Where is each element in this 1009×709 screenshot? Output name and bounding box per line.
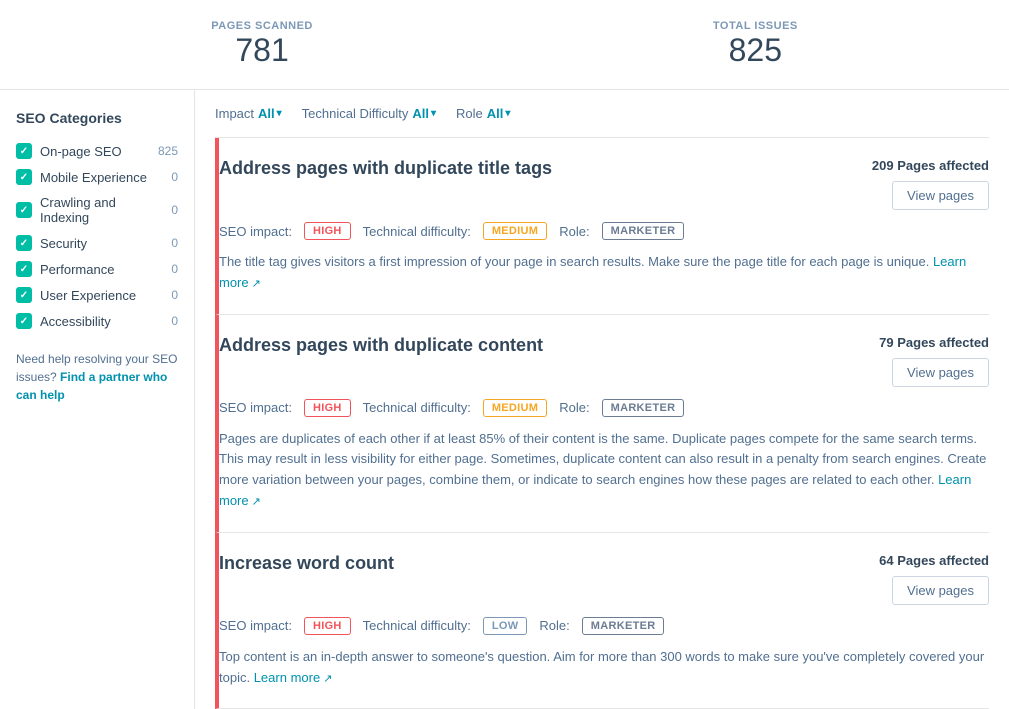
checkbox-icon (16, 261, 32, 277)
filter-bar: Impact All Technical Difficulty All Role… (215, 90, 989, 138)
top-stats-bar: PAGES SCANNED 781 TOTAL ISSUES 825 (0, 0, 1009, 90)
impact-filter-label: Impact (215, 106, 254, 121)
role-filter-value[interactable]: All (487, 106, 511, 121)
issue-title-1: Address pages with duplicate title tags (219, 158, 552, 179)
total-issues-value: 825 (713, 32, 798, 69)
sidebar-item-count: 0 (171, 288, 178, 302)
sidebar-item-label: Security (40, 236, 163, 251)
issue-card-1: Address pages with duplicate title tags … (215, 138, 989, 315)
issue-desc-2: Pages are duplicates of each other if at… (219, 429, 989, 512)
issue-title-2: Address pages with duplicate content (219, 335, 543, 356)
tech-difficulty-value[interactable]: All (412, 106, 436, 121)
pages-scanned-stat: PAGES SCANNED 781 (211, 20, 313, 69)
impact-badge-1: HIGH (304, 222, 351, 240)
issue-desc-3: Top content is an in-depth answer to som… (219, 647, 989, 689)
sidebar-title: SEO Categories (16, 110, 178, 126)
sidebar-item-count: 0 (171, 262, 178, 276)
view-pages-button-2[interactable]: View pages (892, 358, 989, 387)
pages-affected-1: 209 Pages affected (872, 158, 989, 173)
learn-more-link-3[interactable]: Learn more (254, 670, 333, 685)
impact-badge-2: HIGH (304, 399, 351, 417)
impact-filter-value[interactable]: All (258, 106, 282, 121)
issue-desc-1: The title tag gives visitors a first imp… (219, 252, 989, 294)
checkbox-icon (16, 143, 32, 159)
role-filter-label: Role (456, 106, 483, 121)
sidebar-item-crawling-indexing[interactable]: Crawling and Indexing 0 (16, 190, 178, 230)
pages-affected-2: 79 Pages affected (879, 335, 989, 350)
sidebar-item-count: 0 (171, 314, 178, 328)
tech-diff-badge-1: MEDIUM (483, 222, 547, 240)
sidebar-item-label: Accessibility (40, 314, 163, 329)
sidebar-item-label: Mobile Experience (40, 170, 163, 185)
pages-scanned-value: 781 (211, 32, 313, 69)
checkbox-icon (16, 202, 32, 218)
tech-difficulty-label: Technical Difficulty (302, 106, 409, 121)
issue-title-3: Increase word count (219, 553, 394, 574)
role-label-1: Role: (559, 224, 589, 239)
issue-right-3: 64 Pages affected View pages (879, 553, 989, 605)
sidebar: SEO Categories On-page SEO 825 Mobile Ex… (0, 90, 195, 709)
role-filter[interactable]: Role All (456, 106, 510, 121)
checkbox-icon (16, 235, 32, 251)
sidebar-item-performance[interactable]: Performance 0 (16, 256, 178, 282)
impact-filter[interactable]: Impact All (215, 106, 282, 121)
sidebar-item-mobile-experience[interactable]: Mobile Experience 0 (16, 164, 178, 190)
issue-right-1: 209 Pages affected View pages (872, 158, 989, 210)
sidebar-item-label: Performance (40, 262, 163, 277)
pages-scanned-label: PAGES SCANNED (211, 20, 313, 32)
issue-card-3: Increase word count 64 Pages affected Vi… (215, 533, 989, 709)
total-issues-label: TOTAL ISSUES (713, 20, 798, 32)
tech-diff-label-3: Technical difficulty: (363, 618, 471, 633)
sidebar-item-label: Crawling and Indexing (40, 195, 163, 225)
role-badge-1: MARKETER (602, 222, 685, 240)
sidebar-item-security[interactable]: Security 0 (16, 230, 178, 256)
role-badge-2: MARKETER (602, 399, 685, 417)
sidebar-item-accessibility[interactable]: Accessibility 0 (16, 308, 178, 334)
sidebar-item-on-page-seo[interactable]: On-page SEO 825 (16, 138, 178, 164)
tech-diff-label-2: Technical difficulty: (363, 400, 471, 415)
impact-label-1: SEO impact: (219, 224, 292, 239)
pages-affected-3: 64 Pages affected (879, 553, 989, 568)
impact-label-3: SEO impact: (219, 618, 292, 633)
sidebar-help-text: Need help resolving your SEO issues? Fin… (16, 350, 178, 404)
tech-difficulty-filter[interactable]: Technical Difficulty All (302, 106, 436, 121)
sidebar-item-count: 0 (171, 203, 178, 217)
checkbox-icon (16, 313, 32, 329)
issue-right-2: 79 Pages affected View pages (879, 335, 989, 387)
sidebar-item-count: 0 (171, 236, 178, 250)
tech-diff-badge-3: LOW (483, 617, 528, 635)
tech-diff-label-1: Technical difficulty: (363, 224, 471, 239)
sidebar-item-label: User Experience (40, 288, 163, 303)
role-badge-3: MARKETER (582, 617, 665, 635)
sidebar-item-count: 825 (158, 144, 178, 158)
impact-label-2: SEO impact: (219, 400, 292, 415)
view-pages-button-3[interactable]: View pages (892, 576, 989, 605)
checkbox-icon (16, 169, 32, 185)
impact-badge-3: HIGH (304, 617, 351, 635)
role-label-2: Role: (559, 400, 589, 415)
sidebar-item-label: On-page SEO (40, 144, 150, 159)
view-pages-button-1[interactable]: View pages (892, 181, 989, 210)
issue-card-2: Address pages with duplicate content 79 … (215, 315, 989, 533)
sidebar-item-count: 0 (171, 170, 178, 184)
tech-diff-badge-2: MEDIUM (483, 399, 547, 417)
sidebar-item-user-experience[interactable]: User Experience 0 (16, 282, 178, 308)
role-label-3: Role: (539, 618, 569, 633)
content-area: Impact All Technical Difficulty All Role… (195, 90, 1009, 709)
total-issues-stat: TOTAL ISSUES 825 (713, 20, 798, 69)
checkbox-icon (16, 287, 32, 303)
